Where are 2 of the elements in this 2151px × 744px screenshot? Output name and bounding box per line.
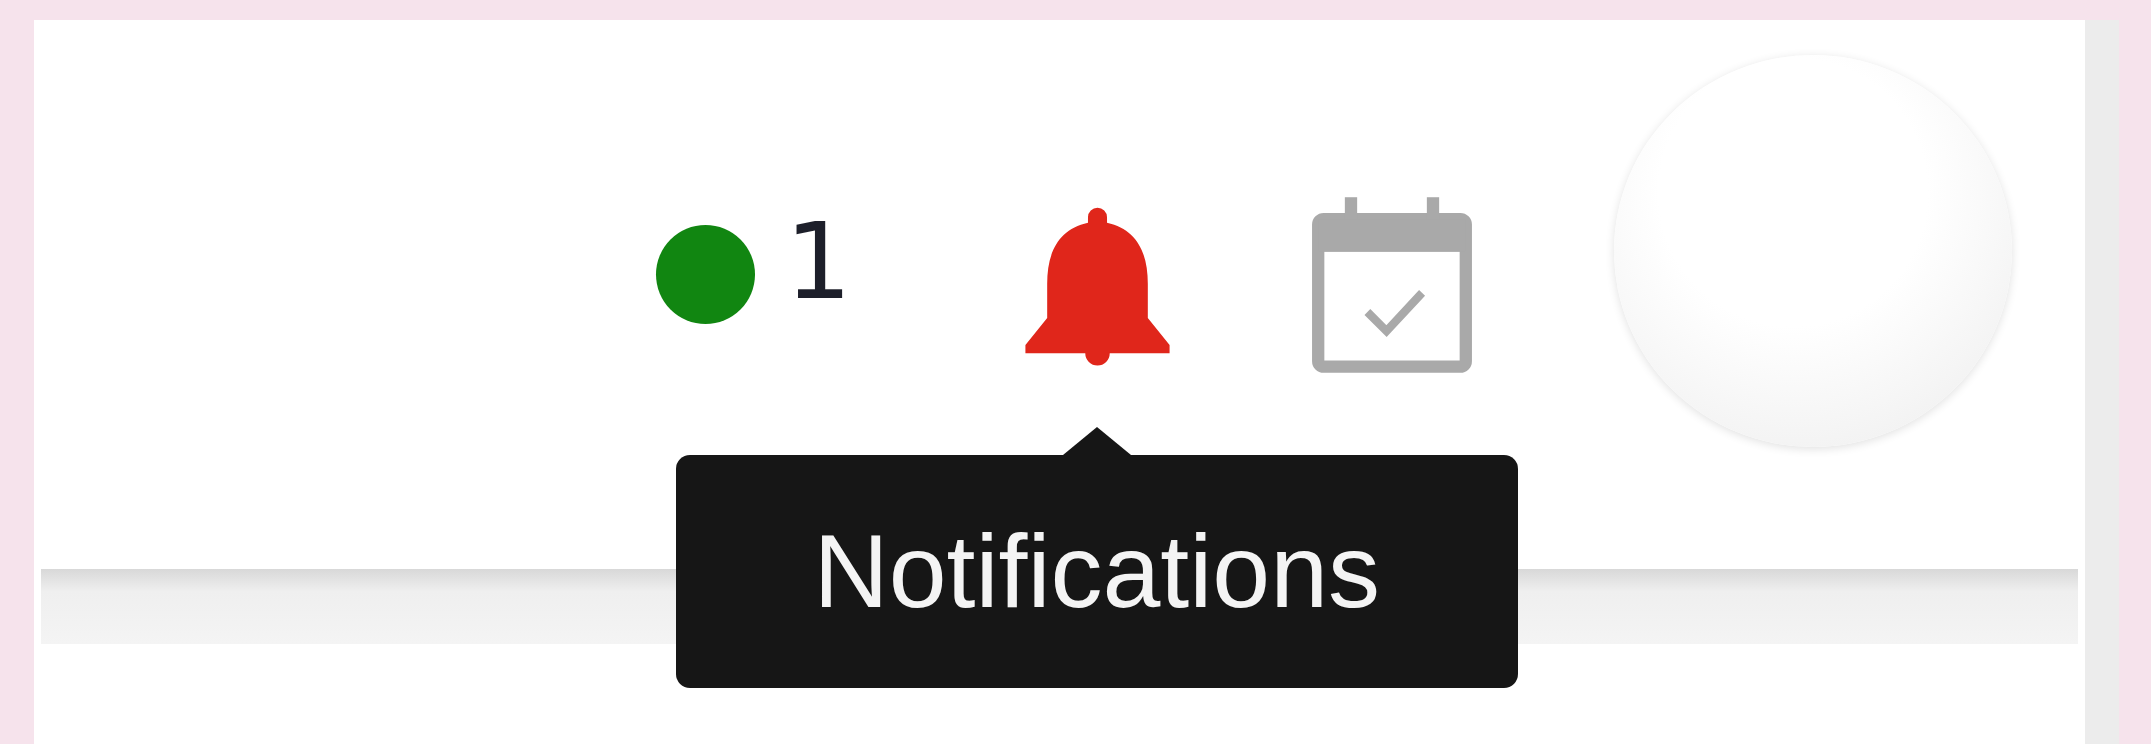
count-label: 1	[785, 210, 852, 315]
tooltip: Notifications	[675, 455, 1518, 688]
